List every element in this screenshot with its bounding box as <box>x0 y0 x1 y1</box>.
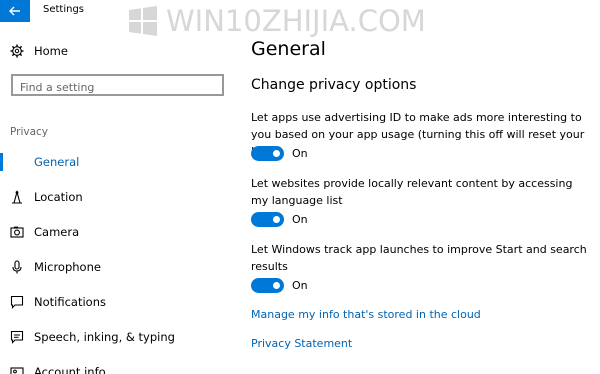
sidebar-item-microphone[interactable]: Microphone <box>0 256 240 278</box>
toggle-state-label: On <box>292 146 308 160</box>
sidebar-item-notifications[interactable]: Notifications <box>0 291 240 313</box>
toggle-knob <box>273 215 280 223</box>
app-launches-toggle[interactable] <box>251 277 284 293</box>
sidebar-item-label: Camera <box>34 225 80 239</box>
sidebar-item-label: General <box>34 155 80 169</box>
app-title: Settings <box>43 4 85 15</box>
camera-icon <box>9 224 25 240</box>
toggle-knob <box>273 281 280 289</box>
search-input[interactable] <box>13 78 205 97</box>
back-arrow-icon <box>9 6 20 16</box>
sidebar-item-label: Account info <box>34 365 106 374</box>
section-heading: Change privacy options <box>251 77 417 93</box>
manage-info-link[interactable]: Manage my info that's stored in the clou… <box>251 308 481 321</box>
location-icon <box>9 189 25 205</box>
main-content: General Change privacy options Let apps … <box>251 0 600 374</box>
sidebar-item-label: Microphone <box>34 260 101 274</box>
page-title: General <box>251 38 326 60</box>
option-app-launches-description: Let Windows track app launches to improv… <box>251 243 587 273</box>
option-app-launches-row: On <box>251 276 308 294</box>
settings-window: Settings WIN10ZHIJIA.COM Home Find a set… <box>0 0 600 374</box>
toggle-state-label: On <box>292 212 308 226</box>
sidebar-item-general[interactable]: General <box>0 151 240 173</box>
option-language-list-description: Let websites provide locally relevant co… <box>251 177 573 207</box>
general-icon <box>9 154 25 170</box>
sidebar-item-home[interactable]: Home <box>0 40 240 62</box>
notifications-icon <box>9 294 25 310</box>
sidebar-item-label: Home <box>34 44 68 58</box>
account-info-icon <box>9 364 25 374</box>
section-label-privacy: Privacy <box>10 126 49 138</box>
sidebar: Home Privacy General L <box>0 22 240 374</box>
privacy-statement-link[interactable]: Privacy Statement <box>251 337 352 350</box>
sidebar-item-label: Speech, inking, & typing <box>34 330 175 344</box>
search-field[interactable] <box>11 74 224 97</box>
sidebar-item-account-info[interactable]: Account info <box>0 361 240 374</box>
speech-icon <box>9 329 25 345</box>
back-button[interactable] <box>0 0 30 22</box>
sidebar-item-speech[interactable]: Speech, inking, & typing <box>0 326 240 348</box>
sidebar-item-label: Location <box>34 190 83 204</box>
gear-icon <box>9 43 25 59</box>
sidebar-item-label: Notifications <box>34 295 106 309</box>
toggle-knob <box>273 149 280 157</box>
microphone-icon <box>9 259 25 275</box>
option-language-list-row: On <box>251 210 308 228</box>
active-indicator <box>0 153 3 171</box>
sidebar-item-camera[interactable]: Camera <box>0 221 240 243</box>
search-icon[interactable] <box>204 78 218 92</box>
option-advertising-id-row: On <box>251 144 308 162</box>
language-list-toggle[interactable] <box>251 211 284 227</box>
sidebar-item-location[interactable]: Location <box>0 186 240 208</box>
advertising-id-toggle[interactable] <box>251 145 284 161</box>
toggle-state-label: On <box>292 278 308 292</box>
